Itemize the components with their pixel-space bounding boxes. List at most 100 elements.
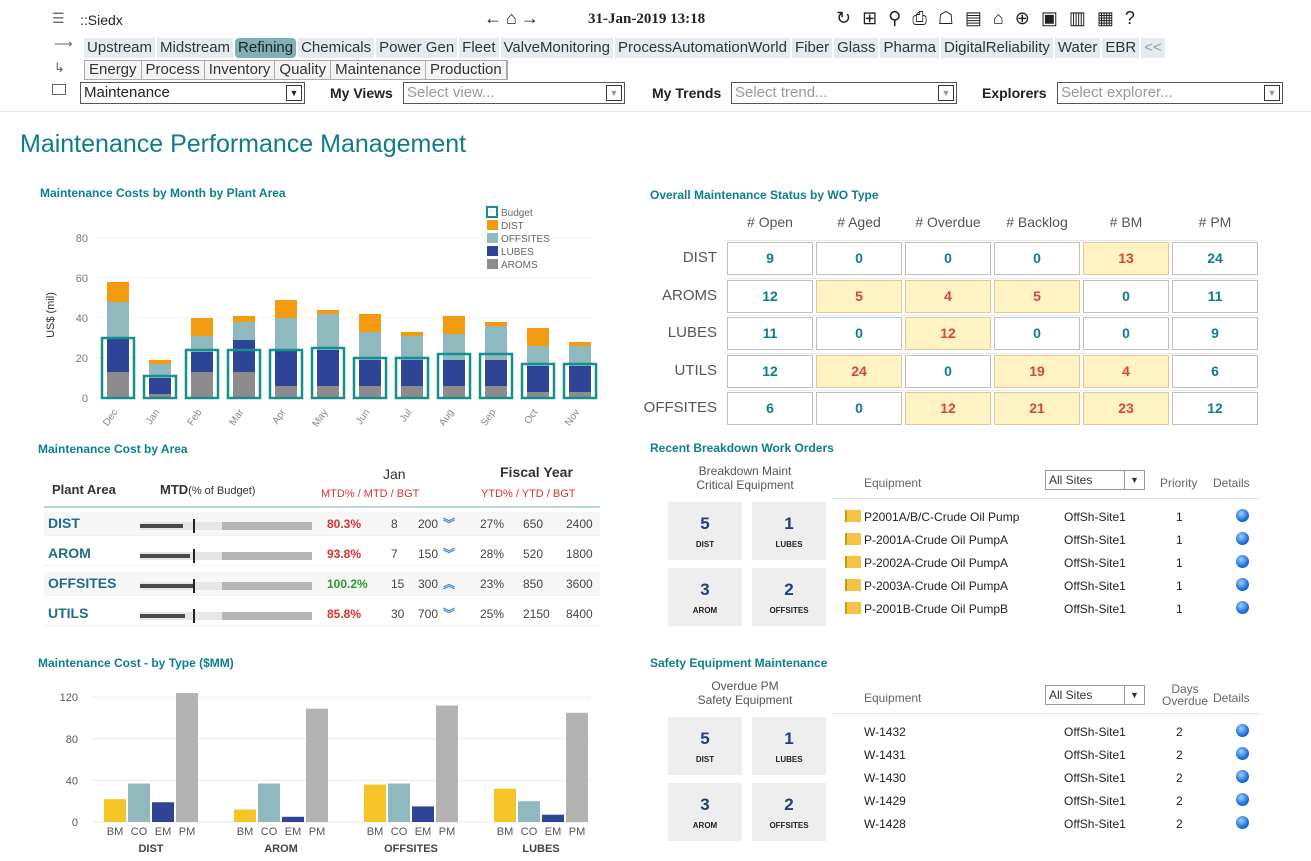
- toolbar-icons[interactable]: ↻ ⊞ ⚲ ⎙ ☖ ▤ ⌂ ⊕ ▣ ▥ ▦ ?: [836, 8, 1138, 29]
- status-cell[interactable]: 4: [905, 279, 991, 313]
- tab-11[interactable]: DigitalReliability: [941, 38, 1053, 58]
- bar-offsites[interactable]: [359, 332, 381, 360]
- bar-arom-bm[interactable]: [234, 809, 256, 822]
- status-cell[interactable]: 9: [1172, 317, 1258, 350]
- bar-lubes[interactable]: [443, 360, 465, 386]
- bar-offsites[interactable]: [317, 314, 339, 350]
- bar-lubes[interactable]: [191, 352, 213, 372]
- bar-dist[interactable]: [149, 360, 171, 364]
- bar-aroms[interactable]: [191, 372, 213, 398]
- list-item[interactable]: P-2002A-Crude Oil PumpA OffSh-Site1 1: [845, 552, 1264, 574]
- status-cell[interactable]: 0: [994, 317, 1080, 350]
- tab-8[interactable]: Fiber: [791, 38, 833, 58]
- my-views-select[interactable]: Select view... ▼: [403, 82, 625, 104]
- status-cell[interactable]: 0: [905, 354, 991, 388]
- bar-aroms[interactable]: [359, 386, 381, 398]
- status-cell[interactable]: 0: [994, 242, 1080, 275]
- bar-aroms[interactable]: [317, 386, 339, 398]
- bar-offsites[interactable]: [275, 318, 297, 350]
- list-item[interactable]: W-1430 OffSh-Site1 2: [864, 767, 1264, 789]
- view-select[interactable]: Maintenance ▼: [80, 82, 305, 104]
- bar-dist[interactable]: [233, 316, 255, 322]
- status-cell[interactable]: 0: [905, 242, 991, 275]
- details-globe-icon[interactable]: [1236, 724, 1249, 737]
- kpi-tile-arom[interactable]: 3 AROM: [668, 783, 742, 841]
- bar-lubes[interactable]: [233, 340, 255, 372]
- status-cell[interactable]: 0: [1083, 279, 1169, 313]
- subtab-2[interactable]: Inventory: [204, 61, 276, 79]
- details-globe-icon[interactable]: [1236, 747, 1249, 760]
- bar-dist-bm[interactable]: [104, 799, 126, 822]
- status-cell[interactable]: 11: [727, 317, 813, 350]
- status-cell[interactable]: 5: [816, 279, 902, 313]
- bar-aroms[interactable]: [443, 386, 465, 398]
- status-cell[interactable]: 24: [816, 354, 902, 388]
- status-cell[interactable]: 0: [816, 317, 902, 350]
- bar-dist[interactable]: [443, 316, 465, 334]
- site-filter-select[interactable]: All Sites ▼: [1045, 470, 1145, 490]
- my-trends-select[interactable]: Select trend... ▼: [731, 82, 957, 104]
- bar-arom-co[interactable]: [258, 783, 280, 822]
- details-globe-icon[interactable]: [1236, 509, 1249, 522]
- bar-lubes[interactable]: [569, 366, 591, 392]
- bar-aroms[interactable]: [485, 386, 507, 398]
- status-cell[interactable]: 12: [727, 354, 813, 388]
- kpi-tile-arom[interactable]: 3 AROM: [668, 568, 742, 626]
- chevron-down-icon[interactable]: ︾: [443, 606, 459, 622]
- kpi-tile-dist[interactable]: 5 DIST: [668, 502, 742, 560]
- chevron-down-icon[interactable]: ︾: [443, 516, 459, 532]
- status-cell[interactable]: 4: [1083, 354, 1169, 388]
- list-item[interactable]: W-1432 OffSh-Site1 2: [864, 721, 1264, 743]
- bar-dist[interactable]: [317, 310, 339, 314]
- bar-dist[interactable]: [275, 300, 297, 318]
- bar-offsites[interactable]: [233, 322, 255, 340]
- status-cell[interactable]: 6: [1172, 354, 1258, 388]
- bar-lubes[interactable]: [317, 350, 339, 386]
- site-filter-select[interactable]: All Sites ▼: [1045, 685, 1145, 705]
- tab-7[interactable]: ProcessAutomationWorld: [614, 38, 790, 58]
- status-cell[interactable]: 0: [816, 392, 902, 425]
- list-item[interactable]: P-2001B-Crude Oil PumpB OffSh-Site1 1: [845, 598, 1264, 620]
- subtab-4[interactable]: Maintenance: [331, 61, 427, 79]
- tab-13[interactable]: EBR: [1102, 38, 1140, 58]
- status-cell[interactable]: 0: [816, 242, 902, 275]
- bar-lubes[interactable]: [275, 350, 297, 386]
- status-cell[interactable]: 21: [994, 392, 1080, 425]
- bar-lubes-co[interactable]: [518, 801, 540, 822]
- kpi-tile-offsites[interactable]: 2 OFFSITES: [752, 568, 826, 626]
- subtab-3[interactable]: Quality: [275, 61, 332, 79]
- list-item[interactable]: P2001A/B/C-Crude Oil Pump OffSh-Site1 1: [845, 506, 1264, 528]
- bar-aroms[interactable]: [401, 386, 423, 398]
- bar-lubes-em[interactable]: [542, 814, 564, 822]
- chevron-down-icon[interactable]: ︾: [443, 546, 459, 562]
- tab-10[interactable]: Pharma: [880, 38, 940, 58]
- status-cell[interactable]: 0: [1083, 317, 1169, 350]
- bar-dist[interactable]: [401, 332, 423, 336]
- bar-offsites[interactable]: [443, 334, 465, 360]
- explorers-select[interactable]: Select explorer... ▼: [1057, 82, 1283, 104]
- bar-dist[interactable]: [191, 318, 213, 336]
- bar-offsites-em[interactable]: [412, 806, 434, 822]
- bar-dist[interactable]: [569, 342, 591, 346]
- nav-arrows[interactable]: ←⌂→: [484, 8, 543, 29]
- bar-dist[interactable]: [107, 282, 129, 302]
- bar-dist[interactable]: [359, 314, 381, 332]
- details-globe-icon[interactable]: [1236, 793, 1249, 806]
- tab-12[interactable]: Water: [1054, 38, 1101, 58]
- details-globe-icon[interactable]: [1236, 770, 1249, 783]
- tab-3[interactable]: Chemicals: [298, 38, 375, 58]
- status-cell[interactable]: 12: [905, 392, 991, 425]
- bar-lubes[interactable]: [485, 360, 507, 386]
- kpi-tile-lubes[interactable]: 1 LUBES: [752, 502, 826, 560]
- bar-aroms[interactable]: [275, 386, 297, 398]
- list-item[interactable]: W-1429 OffSh-Site1 2: [864, 790, 1264, 812]
- bar-offsites[interactable]: [107, 302, 129, 338]
- status-cell[interactable]: 9: [727, 242, 813, 275]
- tab-14[interactable]: <<: [1141, 38, 1165, 58]
- status-cell[interactable]: 12: [1172, 392, 1258, 425]
- tab-2[interactable]: Refining: [235, 38, 297, 58]
- tab-5[interactable]: Fleet: [459, 38, 499, 58]
- kpi-tile-lubes[interactable]: 1 LUBES: [752, 717, 826, 775]
- list-item[interactable]: P-2003A-Crude Oil PumpA OffSh-Site1 1: [845, 575, 1264, 597]
- bar-offsites-bm[interactable]: [364, 784, 386, 822]
